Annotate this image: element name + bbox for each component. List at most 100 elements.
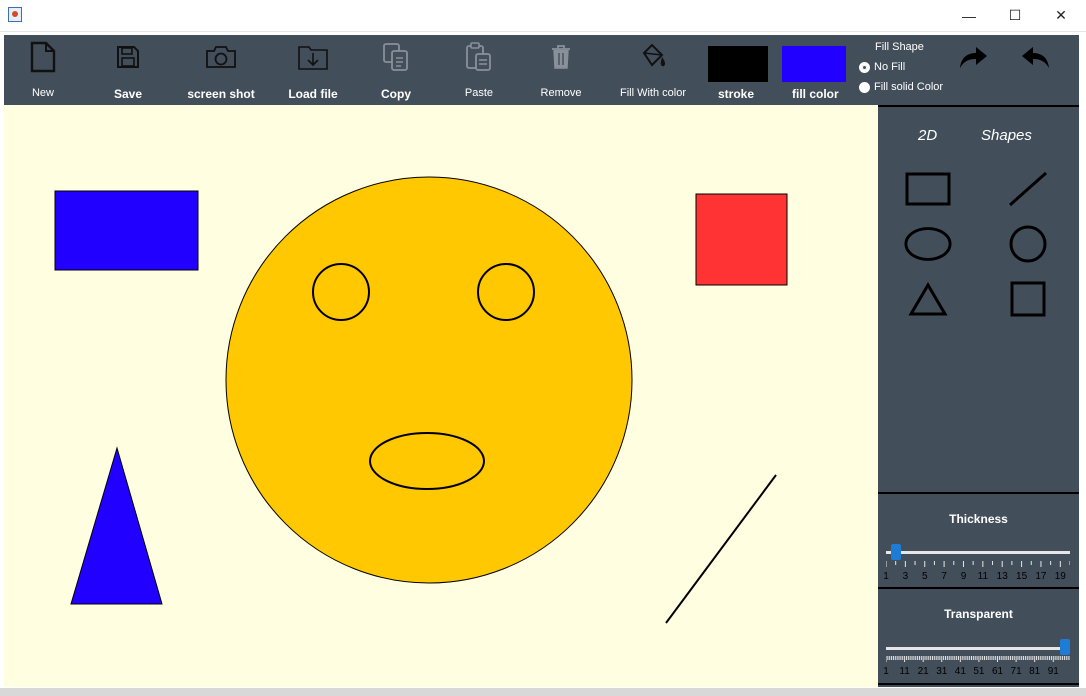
thickness-separator	[878, 492, 1079, 494]
thickness-slider-thumb[interactable]	[890, 544, 901, 560]
thickness-tick-label: 5	[921, 571, 928, 582]
save-label: Save	[113, 87, 143, 101]
load-file-label: Load file	[288, 87, 338, 101]
transparent-tick-label: 51	[973, 666, 985, 677]
undo-icon	[1016, 35, 1056, 79]
fill-with-color-button[interactable]: Fill With color	[620, 35, 686, 105]
drawing-canvas[interactable]	[4, 105, 878, 687]
no-fill-option[interactable]: No Fill	[859, 61, 943, 73]
panel-title-shapes: Shapes	[981, 127, 1032, 144]
diagonal-line-shape[interactable]	[665, 474, 777, 624]
transparent-separator	[878, 587, 1079, 589]
paste-button[interactable]: Paste	[459, 35, 499, 105]
face-circle-shape[interactable]	[225, 176, 633, 584]
ellipse-tool-button[interactable]	[903, 222, 953, 266]
thickness-tick-label: 11	[977, 571, 989, 582]
camera-icon	[201, 35, 241, 79]
save-icon	[108, 35, 148, 79]
paste-icon	[459, 35, 499, 79]
fill-solid-label: Fill solid Color	[874, 81, 944, 93]
redo-icon	[953, 35, 993, 79]
title-bar: — ☐ ✕	[0, 0, 1086, 32]
thickness-tick-label: 13	[996, 571, 1008, 582]
remove-button[interactable]: Remove	[541, 35, 581, 105]
copy-label: Copy	[381, 87, 411, 101]
paint-bucket-icon	[633, 35, 673, 79]
sidebar-top-separator	[878, 105, 1079, 107]
fill-shape-group: Fill Shape No Fill Fill solid Color	[859, 41, 943, 93]
transparent-tick-label: 91	[1047, 666, 1059, 677]
window-bottom-edge	[0, 688, 1086, 696]
transparent-tick-label: 21	[917, 666, 929, 677]
transparent-tick-label: 81	[1029, 666, 1041, 677]
panel-title-2d: 2D	[918, 127, 938, 144]
thickness-slider-track[interactable]	[886, 551, 1070, 554]
right-sidebar: 2D Shapes Thickness 1 3 5 7 9 11 13 15 17 19 Tran…	[878, 105, 1079, 687]
load-file-button[interactable]: Load file	[288, 35, 338, 105]
transparent-title: Transparent	[944, 607, 1013, 621]
new-label: New	[31, 87, 54, 99]
redo-button[interactable]	[953, 35, 993, 105]
blue-triangle-shape[interactable]	[70, 446, 163, 605]
fill-color-label: fill color	[792, 87, 839, 101]
undo-button[interactable]	[1016, 35, 1056, 105]
toolbar: New Save screen shot Load file Copy Past…	[4, 35, 1079, 105]
ellipse-icon	[904, 227, 952, 261]
red-square-shape[interactable]	[695, 193, 788, 286]
square-tool-button[interactable]	[1003, 277, 1053, 321]
save-button[interactable]: Save	[108, 35, 148, 105]
rectangle-tool-button[interactable]	[903, 167, 953, 211]
no-fill-label: No Fill	[874, 61, 906, 73]
rectangle-icon	[905, 172, 951, 206]
thickness-ticks	[886, 561, 1070, 567]
triangle-tool-button[interactable]	[903, 277, 953, 321]
line-icon	[1009, 171, 1047, 207]
new-file-icon	[23, 35, 63, 79]
thickness-tick-label: 1	[883, 571, 889, 582]
transparent-tick-label: 41	[954, 666, 966, 677]
fill-color-swatch[interactable]	[782, 46, 846, 82]
no-fill-radio[interactable]	[859, 61, 870, 73]
thickness-tick-label: 9	[960, 571, 967, 582]
thickness-title: Thickness	[949, 512, 1008, 526]
transparent-tick-label: 11	[899, 666, 910, 677]
thickness-tick-label: 7	[941, 571, 947, 582]
circle-tool-button[interactable]	[1003, 222, 1053, 266]
java-app-icon	[8, 7, 22, 22]
triangle-icon	[908, 282, 948, 316]
new-button[interactable]: New	[23, 35, 63, 105]
stroke-label: stroke	[718, 87, 755, 101]
stroke-color-swatch[interactable]	[708, 46, 768, 82]
thickness-tick-label: 15	[1016, 571, 1028, 582]
remove-label: Remove	[540, 87, 582, 99]
sidebar-bottom-separator	[878, 683, 1079, 685]
trash-icon	[541, 35, 581, 79]
thickness-tick-label: 3	[902, 571, 909, 582]
line-tool-button[interactable]	[1003, 167, 1053, 211]
minimize-button[interactable]: —	[946, 0, 992, 31]
fill-solid-option[interactable]: Fill solid Color	[859, 81, 943, 93]
transparent-slider-thumb[interactable]	[1060, 639, 1070, 655]
transparent-tick-label: 1	[883, 666, 889, 677]
transparent-ticks	[886, 656, 1070, 662]
maximize-button[interactable]: ☐	[992, 0, 1038, 31]
transparent-tick-label: 61	[991, 666, 1004, 677]
blue-rectangle-shape[interactable]	[54, 190, 199, 271]
screenshot-label: screen shot	[187, 87, 255, 101]
fill-shape-title: Fill Shape	[875, 41, 924, 53]
thickness-tick-label: 17	[1035, 571, 1047, 582]
copy-button[interactable]: Copy	[376, 35, 416, 105]
square-icon	[1010, 281, 1046, 317]
transparent-tick-label: 31	[936, 666, 948, 677]
screenshot-button[interactable]: screen shot	[187, 35, 255, 105]
circle-icon	[1009, 225, 1047, 263]
load-folder-icon	[293, 35, 333, 79]
thickness-tick-label: 19	[1054, 571, 1066, 582]
transparent-slider-track[interactable]	[886, 647, 1070, 650]
close-button[interactable]: ✕	[1038, 0, 1084, 31]
transparent-tick-label: 71	[1010, 666, 1022, 677]
paste-label: Paste	[464, 87, 494, 99]
fill-solid-radio[interactable]	[859, 81, 870, 93]
fill-with-color-label: Fill With color	[620, 87, 687, 99]
copy-icon	[376, 35, 416, 79]
